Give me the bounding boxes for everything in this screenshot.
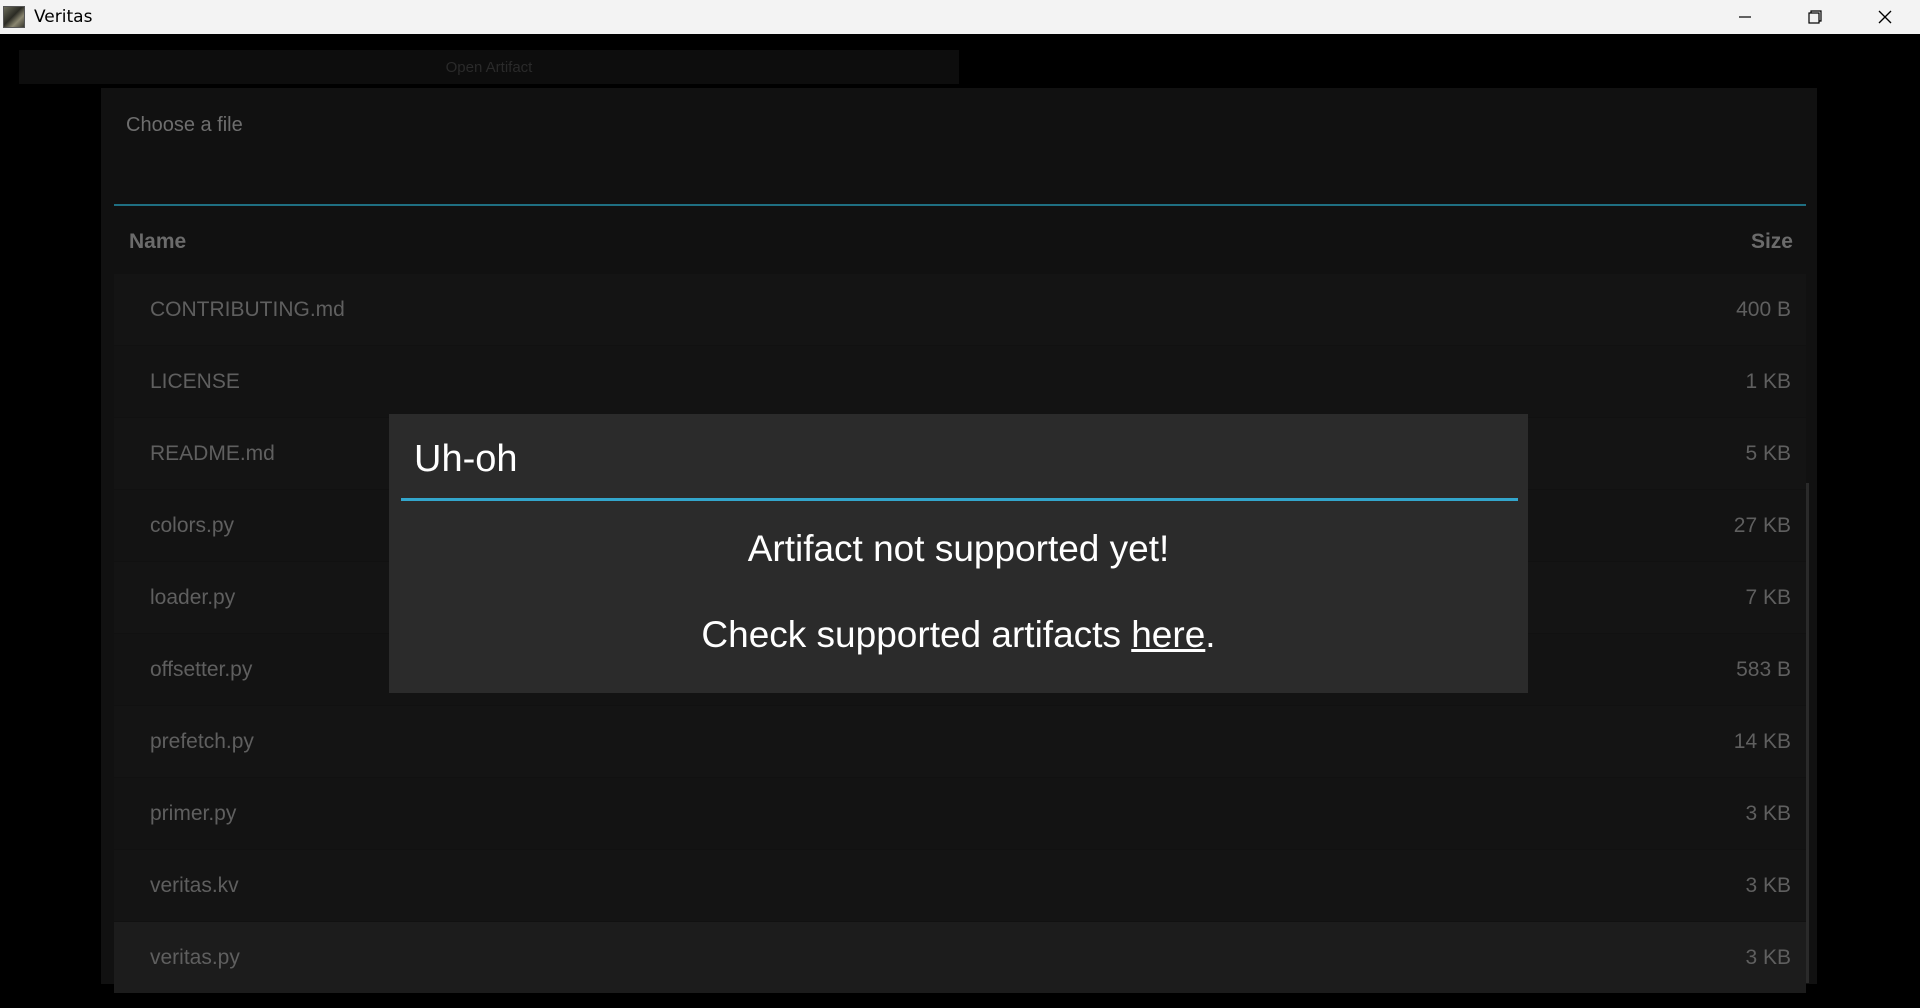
file-name: veritas.py bbox=[150, 946, 240, 969]
file-size: 3 KB bbox=[1745, 802, 1791, 825]
app-content: Open Artifact Choose a file Name Size CO… bbox=[0, 34, 1920, 1008]
file-name: README.md bbox=[150, 442, 275, 465]
file-row[interactable]: CONTRIBUTING.md 400 B bbox=[114, 274, 1806, 345]
window-controls bbox=[1710, 0, 1920, 34]
file-name: LICENSE bbox=[150, 370, 240, 393]
file-name: veritas.kv bbox=[150, 874, 239, 897]
dialog-link-suffix: . bbox=[1205, 614, 1216, 655]
window-titlebar: Veritas bbox=[0, 0, 1920, 34]
file-size: 583 B bbox=[1736, 658, 1791, 681]
file-name: primer.py bbox=[150, 802, 237, 825]
file-size: 27 KB bbox=[1733, 514, 1791, 537]
file-name: prefetch.py bbox=[150, 730, 254, 753]
file-chooser-divider bbox=[114, 204, 1806, 206]
column-header-size[interactable]: Size bbox=[1751, 230, 1793, 254]
file-row[interactable]: LICENSE 1 KB bbox=[114, 346, 1806, 417]
file-name: loader.py bbox=[150, 586, 236, 609]
file-size: 400 B bbox=[1736, 298, 1791, 321]
supported-artifacts-link[interactable]: here bbox=[1131, 614, 1205, 655]
file-list-scrollbar[interactable] bbox=[1806, 483, 1809, 983]
file-chooser-title: Choose a file bbox=[126, 114, 243, 136]
restore-icon bbox=[1808, 10, 1822, 24]
dialog-link-prefix: Check supported artifacts bbox=[701, 614, 1132, 655]
dialog-message: Artifact not supported yet! bbox=[747, 528, 1170, 569]
close-button[interactable] bbox=[1850, 0, 1920, 34]
file-name: CONTRIBUTING.md bbox=[150, 298, 345, 321]
dialog-title: Uh-oh bbox=[414, 438, 518, 480]
window-title: Veritas bbox=[34, 7, 93, 27]
file-size: 14 KB bbox=[1733, 730, 1791, 753]
minimize-icon bbox=[1739, 16, 1751, 18]
file-name: offsetter.py bbox=[150, 658, 253, 681]
minimize-button[interactable] bbox=[1710, 0, 1780, 34]
file-size: 1 KB bbox=[1745, 370, 1791, 393]
restore-button[interactable] bbox=[1780, 0, 1850, 34]
dialog-divider bbox=[401, 498, 1518, 501]
file-size: 5 KB bbox=[1745, 442, 1791, 465]
file-name: colors.py bbox=[150, 514, 235, 537]
file-row[interactable]: prefetch.py 14 KB bbox=[114, 706, 1806, 777]
close-icon bbox=[1878, 10, 1892, 24]
open-artifact-button[interactable]: Open Artifact bbox=[19, 50, 959, 84]
error-dialog: Uh-oh Artifact not supported yet! Check … bbox=[389, 414, 1528, 693]
file-size: 3 KB bbox=[1745, 874, 1791, 897]
dialog-link-line: Check supported artifacts here. bbox=[389, 614, 1528, 656]
file-size: 3 KB bbox=[1745, 946, 1791, 969]
file-row-selected[interactable]: veritas.py 3 KB bbox=[114, 922, 1806, 993]
file-size: 7 KB bbox=[1745, 586, 1791, 609]
file-row[interactable]: veritas.kv 3 KB bbox=[114, 850, 1806, 921]
column-header-name[interactable]: Name bbox=[129, 230, 186, 254]
app-icon bbox=[3, 6, 25, 28]
file-row[interactable]: primer.py 3 KB bbox=[114, 778, 1806, 849]
